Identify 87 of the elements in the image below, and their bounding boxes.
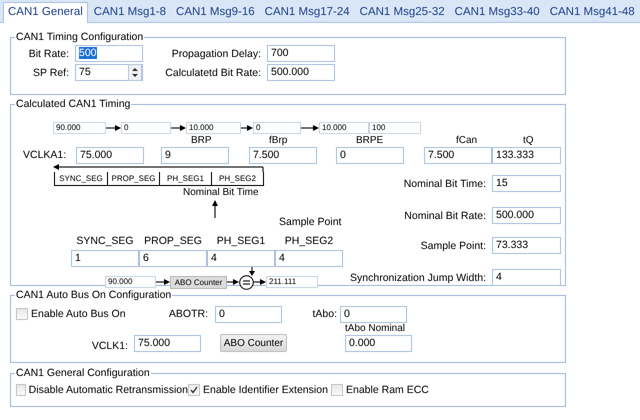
text-field[interactable]: 1 <box>71 250 139 267</box>
tab[interactable]: CAN1 Msg9-16 <box>172 3 259 22</box>
arrow <box>241 124 253 132</box>
arrow <box>156 278 170 286</box>
group-title: CAN1 General Configuration <box>15 367 151 379</box>
text-field[interactable]: 15 <box>492 175 561 192</box>
segment-label: PH_SEG1 <box>216 235 266 247</box>
caption: BRP <box>191 135 212 146</box>
field-label: Propagation Delay: <box>170 48 261 60</box>
spin-field[interactable]: 75 <box>75 64 143 81</box>
group-title: CAN1 Timing Configuration <box>15 31 144 43</box>
value-box: 10.000 <box>186 122 241 134</box>
segment-label: SYNC_SEG <box>75 235 135 247</box>
tab[interactable]: CAN1 Msg17-24 <box>260 3 354 22</box>
text-field[interactable]: 75.000 <box>134 335 201 352</box>
text-field[interactable]: 500 <box>75 45 143 62</box>
value-box: 90.000 <box>105 276 156 288</box>
text-field[interactable]: 0 <box>336 147 404 164</box>
text-field[interactable]: 6 <box>139 250 207 267</box>
caption: Nominal Bit Time <box>183 187 259 198</box>
field-label: Nominal Bit Rate: <box>404 210 486 222</box>
text-field[interactable]: 4 <box>275 250 343 267</box>
segment-cell: PH_SEG1 <box>159 172 211 185</box>
field-label: VCLKA1: <box>23 149 66 161</box>
text-field[interactable]: 4 <box>492 269 561 286</box>
field-label: ABOTR: <box>168 308 208 320</box>
text-field[interactable]: 7.500 <box>424 147 492 164</box>
text-field[interactable]: 133.333 <box>492 147 561 164</box>
abo-counter-button[interactable]: ABO Counter <box>220 334 287 352</box>
tab[interactable]: CAN1 Msg33-40 <box>450 3 544 22</box>
tab[interactable]: CAN1 General <box>3 2 88 23</box>
field-label: Calculatetd Bit Rate: <box>164 66 261 78</box>
checkbox[interactable]: Enable Ram ECC <box>331 384 429 396</box>
group-title: CAN1 Auto Bus On Configuration <box>15 289 172 301</box>
tab[interactable]: CAN1 Msg1-8 <box>90 3 170 22</box>
caption: BRPE <box>356 135 384 146</box>
checkbox[interactable]: Disable Automatic Retransmission <box>16 384 188 396</box>
value-box: 211.111 <box>266 276 318 288</box>
text-field[interactable]: 500.000 <box>492 207 561 224</box>
field-label: VCLK1: <box>90 340 128 352</box>
arrow <box>248 267 256 276</box>
caption: fCan <box>456 135 478 146</box>
field-label: Nominal Bit Time: <box>404 178 486 190</box>
tab[interactable]: CAN1 Msg25-32 <box>356 3 449 22</box>
text-field[interactable]: 500.000 <box>267 64 335 81</box>
text-field[interactable]: 73.333 <box>492 237 561 254</box>
segment-cell-text: SYNC_SEG <box>58 173 104 185</box>
field-label: SP Ref: <box>32 66 69 78</box>
arrow <box>211 200 219 218</box>
equals-icon <box>239 275 254 290</box>
checkbox[interactable]: Enable Auto Bus On <box>16 308 166 320</box>
field-label: Synchronization Jump Width: <box>350 272 486 284</box>
arrow <box>227 278 239 286</box>
segment-cell: PROP_SEG <box>107 172 159 185</box>
text-field[interactable]: 0 <box>340 306 407 322</box>
value-box: 0 <box>253 122 301 134</box>
counter-block: ABO Counter <box>170 276 227 289</box>
arrow <box>254 278 266 286</box>
checkbox[interactable]: Enable Identifier Extension <box>188 384 331 396</box>
text-field[interactable]: 9 <box>161 147 229 164</box>
field-label: Sample Point: <box>420 240 486 252</box>
checkmark-icon <box>189 385 199 395</box>
field-label: Bit Rate: <box>28 48 69 60</box>
group-title: Calculated CAN1 Timing <box>15 98 132 110</box>
arrow <box>106 124 121 132</box>
text-field[interactable]: 7.500 <box>249 147 317 164</box>
tab[interactable]: CAN1 Msg41-48 <box>546 3 639 22</box>
caption: Sample Point <box>279 216 342 228</box>
arrow <box>171 124 186 132</box>
text-field[interactable]: 4 <box>207 250 275 267</box>
text-field[interactable]: 700 <box>267 45 335 62</box>
caption: fBrp <box>269 135 288 146</box>
text-field[interactable]: 0 <box>215 306 282 322</box>
caption: tQ <box>523 135 534 146</box>
text-field[interactable]: 0.000 <box>345 335 412 352</box>
spinner-icon[interactable] <box>128 64 142 81</box>
segment-cell: PH_SEG2 <box>211 172 263 185</box>
segment-label: PH_SEG2 <box>284 235 334 247</box>
value-box: 100 <box>369 122 421 134</box>
value-box: 90.000 <box>53 122 106 134</box>
field-label: tAbo Nominal <box>345 323 406 334</box>
segment-label: PROP_SEG <box>143 235 203 247</box>
value-box: 0 <box>121 122 171 134</box>
text-field[interactable]: 75.000 <box>76 147 144 164</box>
arrow <box>301 124 319 132</box>
field-label: tAbo: <box>311 308 337 320</box>
value-box: 10.000 <box>319 122 369 134</box>
